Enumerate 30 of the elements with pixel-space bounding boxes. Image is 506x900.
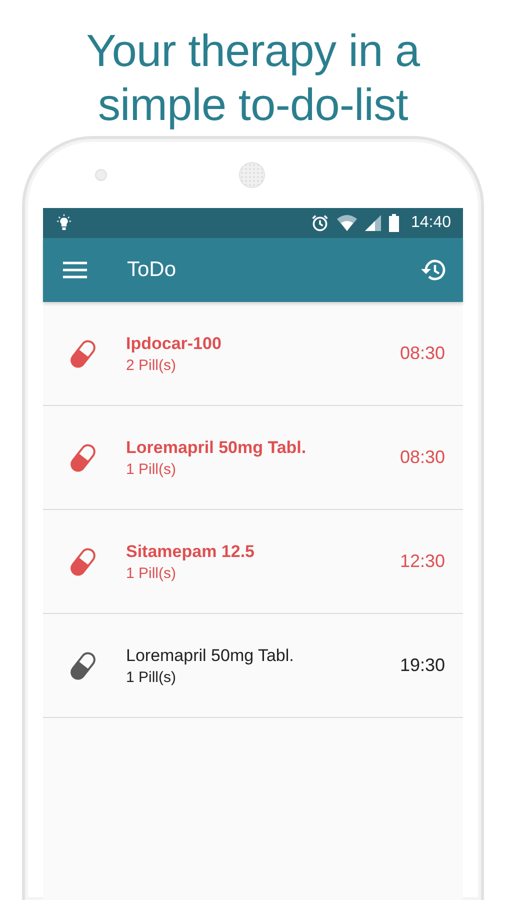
alarm-icon	[310, 214, 329, 232]
medication-row[interactable]: Sitamepam 12.5 1 Pill(s) 12:30	[43, 510, 463, 614]
time-text: 19:30	[400, 655, 445, 676]
bulb-icon	[57, 214, 71, 232]
camera-icon	[95, 169, 107, 181]
medication-name: Ipdocar-100	[126, 334, 222, 354]
time-text: 08:30	[400, 447, 445, 468]
time-text: 12:30	[400, 551, 445, 572]
menu-icon	[63, 261, 87, 279]
medication-name: Sitamepam 12.5	[126, 542, 256, 562]
app-title: ToDo	[127, 258, 176, 282]
headline: simple to-do-list	[98, 78, 408, 132]
dose-text: 1 Pill(s)	[126, 564, 178, 582]
medication-row[interactable]: Loremapril 50mg Tabl. 1 Pill(s) 19:30	[43, 614, 463, 718]
headline: Your therapy in a	[86, 24, 420, 78]
wifi-icon	[336, 215, 357, 231]
menu-button[interactable]	[61, 259, 89, 281]
dose-text: 2 Pill(s)	[126, 356, 178, 374]
dose-text: 1 Pill(s)	[126, 460, 178, 478]
status-time: 14:40	[410, 214, 451, 232]
medication-name: Loremapril 50mg Tabl.	[126, 646, 295, 666]
history-icon	[421, 258, 447, 282]
signal-icon	[364, 215, 381, 231]
dose-text: 1 Pill(s)	[126, 668, 178, 686]
time-text: 08:30	[400, 343, 445, 364]
medication-row[interactable]: Loremapril 50mg Tabl. 1 Pill(s) 08:30	[43, 406, 463, 510]
medication-row[interactable]: Ipdocar-100 2 Pill(s) 08:30	[43, 302, 463, 406]
speaker-icon	[239, 162, 265, 188]
medication-name: Loremapril 50mg Tabl.	[126, 438, 308, 458]
battery-icon	[388, 214, 399, 232]
